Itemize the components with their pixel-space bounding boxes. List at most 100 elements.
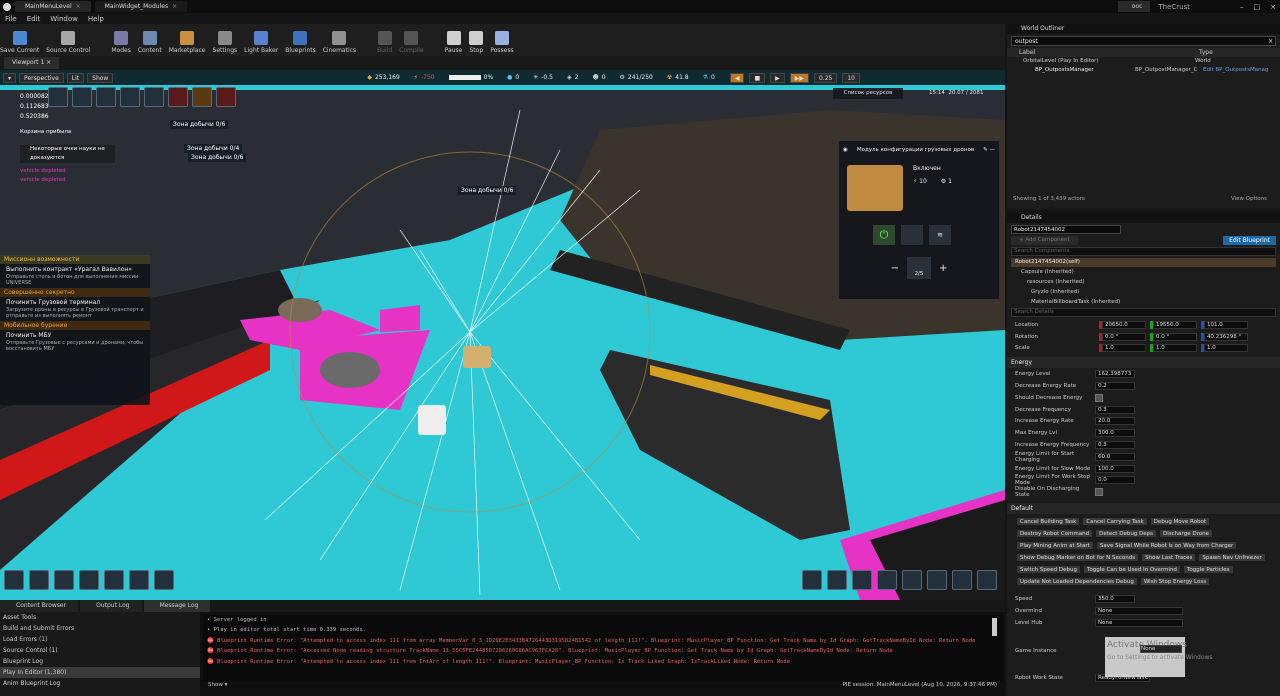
- speed-button[interactable]: ▶: [770, 72, 785, 83]
- gear-icon[interactable]: [144, 87, 164, 107]
- debug-function-button[interactable]: Spawn Nav Unfreezer: [1198, 553, 1266, 563]
- column-label[interactable]: Label: [1007, 48, 1199, 57]
- component-item[interactable]: resources (Inherited): [1021, 277, 1280, 287]
- content-button[interactable]: Content: [138, 26, 162, 54]
- resource-list-button[interactable]: Список ресурсов: [833, 88, 903, 99]
- log-category[interactable]: Blueprint Log: [0, 656, 200, 667]
- mission-item[interactable]: Починить Грузовой терминал Загрузите дрон…: [0, 297, 150, 321]
- power-toggle-icon[interactable]: ⏻: [873, 225, 895, 245]
- log-category[interactable]: Anim Blueprint Log: [0, 678, 200, 689]
- user-badge[interactable]: ooc: [1117, 1, 1151, 12]
- transform-value[interactable]: 0.0 °: [1102, 332, 1146, 341]
- game-viewport[interactable]: ▾ Perspective Lit Show ◆ 253,169 ⚡ -750 0%…: [0, 70, 1005, 600]
- alarm-icon[interactable]: [216, 87, 236, 107]
- doc-tab-mainwidget[interactable]: MainWidget_Modules ×: [94, 1, 188, 12]
- component-item[interactable]: MaterialBillboardTask (Inherited): [1021, 297, 1280, 307]
- lift-icon[interactable]: [129, 570, 149, 590]
- increase-button[interactable]: +: [939, 263, 947, 274]
- possess-button[interactable]: Possess: [490, 26, 514, 54]
- marketplace-button[interactable]: Marketplace: [169, 26, 206, 54]
- prop-value[interactable]: None: [1095, 618, 1183, 627]
- build-button[interactable]: Build: [377, 26, 392, 54]
- debug-function-button[interactable]: Cancel Building Task: [1016, 517, 1081, 527]
- debug-function-button[interactable]: Save Signal While Robot is on Way from C…: [1095, 541, 1238, 551]
- clear-icon[interactable]: ×: [1268, 37, 1275, 45]
- menu-file[interactable]: File: [0, 15, 22, 23]
- log-category[interactable]: Source Control (1): [0, 645, 200, 656]
- blueprints-button[interactable]: Blueprints: [285, 26, 316, 54]
- transform-value[interactable]: 20650.0: [1102, 320, 1146, 329]
- prop-value[interactable]: 0.3: [1095, 405, 1135, 414]
- modes-button[interactable]: Modes: [111, 26, 131, 54]
- truck-icon[interactable]: [901, 225, 923, 245]
- edit-blueprint-button[interactable]: Edit Blueprint: [1223, 236, 1276, 245]
- stop-button[interactable]: Stop: [469, 26, 484, 54]
- layers-icon[interactable]: [96, 87, 116, 107]
- minimize-icon[interactable]: –: [1240, 3, 1244, 11]
- add-component-button[interactable]: + Add Component: [1011, 236, 1078, 245]
- checkbox[interactable]: [1095, 393, 1103, 402]
- hourglass-icon[interactable]: [48, 87, 68, 107]
- log-scrollbar[interactable]: [992, 618, 997, 636]
- debug-function-button[interactable]: Show Last Traces: [1141, 553, 1197, 563]
- compile-button[interactable]: Compile: [399, 26, 424, 54]
- planet-icon[interactable]: [852, 570, 872, 590]
- prop-value[interactable]: 60.0: [1095, 452, 1135, 461]
- view-options-button[interactable]: View Options: [1231, 196, 1267, 202]
- debug-function-button[interactable]: Detect Debug Deps: [1095, 529, 1158, 539]
- settings-button[interactable]: Settings: [213, 26, 237, 54]
- log-category[interactable]: Asset Tools: [0, 612, 200, 623]
- lit-button[interactable]: Lit: [66, 72, 85, 83]
- save-current-button[interactable]: Save Current: [0, 26, 39, 54]
- component-item[interactable]: Gryzlo (Inherited): [1021, 287, 1280, 297]
- column-type[interactable]: Type: [1199, 48, 1213, 57]
- settings-icon[interactable]: [827, 570, 847, 590]
- debug-function-button[interactable]: Play Mining Anim at Start: [1016, 541, 1094, 551]
- debug-function-button[interactable]: Update Not Loaded Dependencies Debug: [1016, 577, 1138, 587]
- debug-function-button[interactable]: Toggle Particles: [1182, 565, 1234, 575]
- speed-button[interactable]: ▶▶: [789, 72, 809, 83]
- edit-blueprint-link[interactable]: Edit BP_OutpostsManag: [1203, 66, 1268, 75]
- truck-icon[interactable]: [104, 570, 124, 590]
- edit-icon[interactable]: ✎: [983, 147, 988, 154]
- self-component[interactable]: Robot2147454002(self): [1011, 258, 1276, 267]
- chart-icon[interactable]: [877, 570, 897, 590]
- tab-message-log[interactable]: Message Log: [143, 600, 211, 612]
- log-show-button[interactable]: Show: [208, 682, 223, 688]
- tab-output-log[interactable]: Output Log: [80, 600, 142, 612]
- log-category[interactable]: Play In Editor (1,380): [0, 667, 200, 678]
- viewport-options-button[interactable]: ▾: [3, 72, 17, 83]
- source-control-button[interactable]: Source Control: [46, 26, 90, 54]
- menu-window[interactable]: Window: [45, 15, 83, 23]
- light-baker-button[interactable]: Light Baker: [244, 26, 278, 54]
- arrows-icon[interactable]: [29, 570, 49, 590]
- menu-help[interactable]: Help: [83, 15, 109, 23]
- book-icon[interactable]: [927, 570, 947, 590]
- transform-value[interactable]: 1.0: [1102, 344, 1146, 353]
- transform-value[interactable]: 19550.0: [1153, 320, 1197, 329]
- speed-button[interactable]: ◀: [729, 72, 745, 83]
- cinematics-button[interactable]: Cinematics: [323, 26, 356, 54]
- document-icon[interactable]: [802, 570, 822, 590]
- debug-function-button[interactable]: Toggle Can be Used In Overmind: [1083, 565, 1181, 575]
- decrease-button[interactable]: −: [891, 263, 899, 274]
- perspective-button[interactable]: Perspective: [19, 72, 64, 83]
- prop-value[interactable]: 20.0: [1095, 417, 1135, 426]
- mission-item[interactable]: Починить МБУ Отправьте Грузовые с ресурса…: [0, 330, 150, 354]
- factory-icon[interactable]: [4, 570, 24, 590]
- speed-button[interactable]: ■: [749, 72, 766, 83]
- outliner-row[interactable]: OrbitalLevel (Play In Editor) World: [1007, 57, 1280, 66]
- prop-value[interactable]: None: [1140, 644, 1182, 653]
- debug-function-button[interactable]: Debug Move Robot: [1149, 517, 1211, 527]
- close-icon[interactable]: ×: [76, 1, 81, 12]
- prop-value[interactable]: 0.3: [1095, 441, 1135, 450]
- prop-value[interactable]: None: [1095, 606, 1183, 615]
- flask-icon[interactable]: [902, 570, 922, 590]
- transform-value[interactable]: 40.236298 °: [1204, 332, 1248, 341]
- transform-value[interactable]: 101.0: [1204, 320, 1248, 329]
- warning-icon[interactable]: [192, 87, 212, 107]
- doc-tab-mainmenulevel[interactable]: MainMenuLevel ×: [15, 1, 91, 12]
- robot-icon[interactable]: [72, 87, 92, 107]
- debug-function-button[interactable]: Wish Stop Energy Loss: [1139, 577, 1211, 587]
- power-icon[interactable]: [54, 570, 74, 590]
